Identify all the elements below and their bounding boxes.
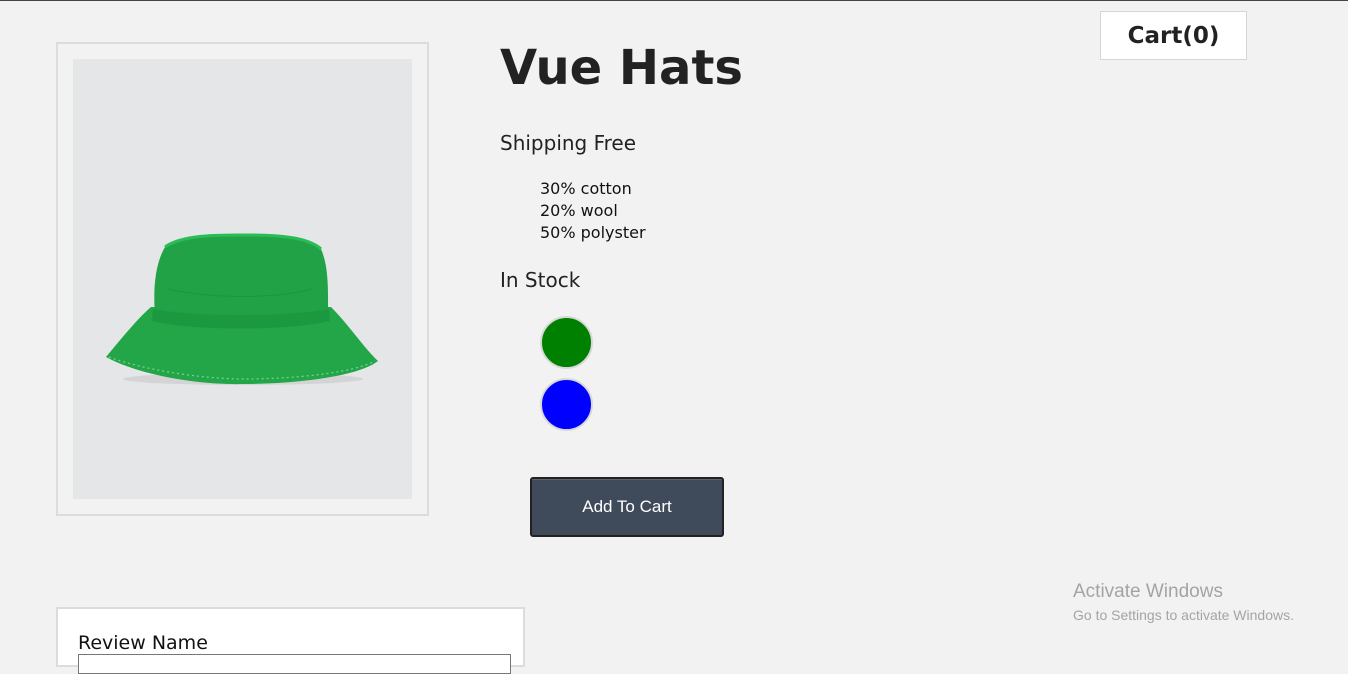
- detail-item: 20% wool: [540, 201, 618, 220]
- color-swatch-green[interactable]: [540, 316, 593, 369]
- cart-label: Cart(0): [1127, 22, 1220, 49]
- product-image: [73, 59, 412, 499]
- detail-item: 50% polyster: [540, 223, 646, 242]
- shipping-info: Shipping Free: [500, 131, 637, 155]
- windows-activation-watermark: Activate Windows Go to Settings to activ…: [1073, 581, 1294, 625]
- add-to-cart-button[interactable]: Add To Cart: [530, 477, 724, 537]
- stock-status: In Stock: [500, 268, 581, 292]
- bucket-hat-icon: [106, 233, 378, 385]
- product-title: Vue Hats: [500, 40, 743, 96]
- color-swatch-blue[interactable]: [540, 378, 593, 431]
- review-form: Review Name: [56, 607, 525, 674]
- window-top-border: [0, 0, 1348, 1]
- review-name-label: Review Name: [78, 632, 208, 654]
- detail-item: 30% cotton: [540, 179, 632, 198]
- review-name-input[interactable]: [78, 654, 511, 674]
- cart-counter: Cart(0): [1100, 11, 1247, 60]
- watermark-title: Activate Windows: [1073, 581, 1223, 602]
- watermark-subtitle: Go to Settings to activate Windows.: [1073, 607, 1294, 623]
- product-details-list: 30% cotton 20% wool 50% polyster: [540, 178, 646, 244]
- product-image-frame: [56, 42, 429, 516]
